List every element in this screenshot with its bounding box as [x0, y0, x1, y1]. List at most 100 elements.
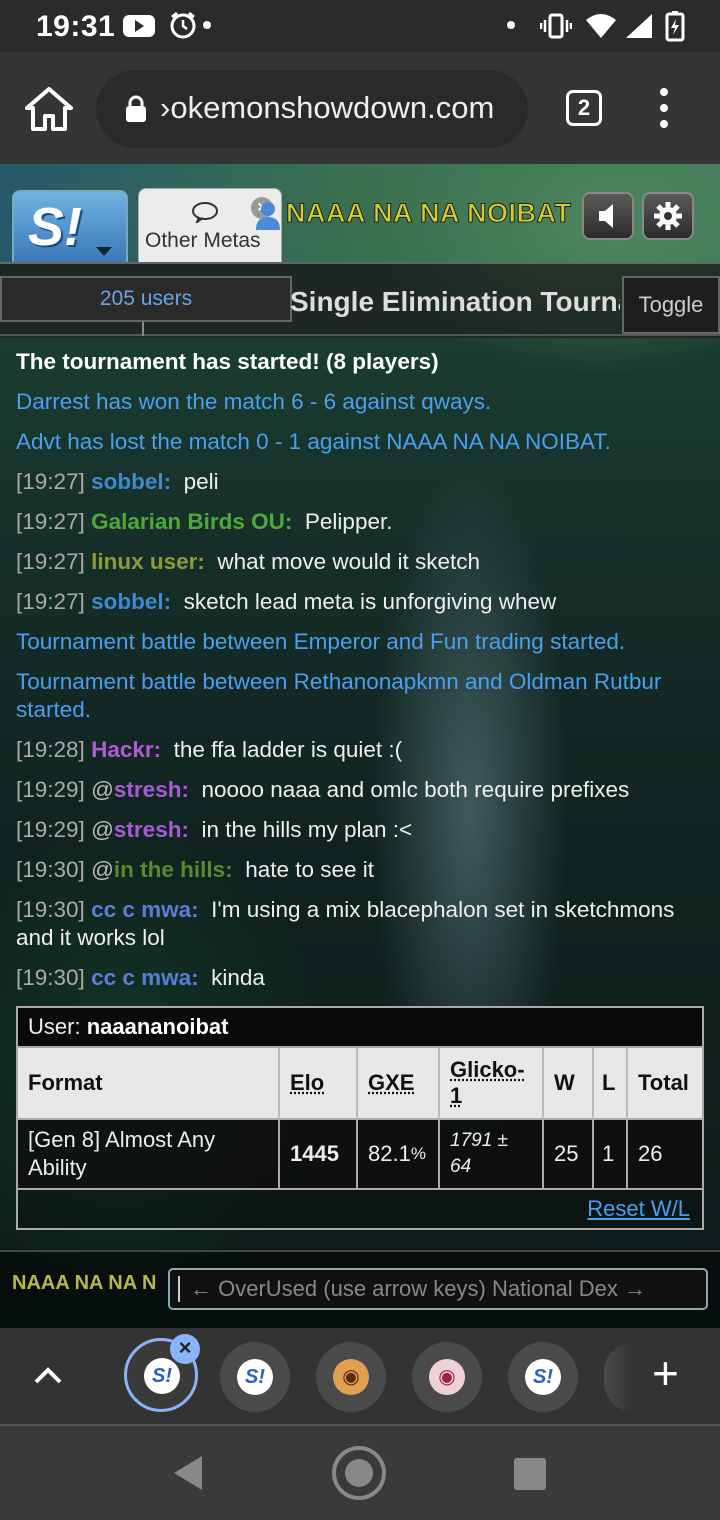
ladder-rank-table: User: naaananoibat Format Elo GXE Glicko…	[16, 1006, 704, 1230]
tab-thumbnail[interactable]: S!	[508, 1342, 578, 1412]
chevron-up-icon[interactable]	[30, 1360, 66, 1390]
sound-button[interactable]	[582, 192, 634, 240]
tournament-notice: Tournament battle between Rethanonapkmn …	[16, 669, 662, 722]
close-tab-icon[interactable]: ×	[170, 1334, 200, 1364]
chat-text: kinda	[211, 965, 265, 990]
tournament-title: Single Elimination Tournament	[290, 286, 620, 317]
chat-text: hate to see it	[245, 857, 375, 882]
showdown-tab-icon: S!	[525, 1359, 561, 1395]
youtube-icon	[123, 15, 155, 37]
header-gxe: GXE	[358, 1048, 440, 1120]
chat-message: [19:29] @stresh: in the hills my plan :<	[16, 816, 706, 844]
showdown-page: S! × Other Metas NAAA NA NA NOIBAT 205 u…	[0, 164, 720, 1328]
room-bar: 205 users Single Elimination Tournament …	[0, 262, 720, 338]
chat-username[interactable]: stresh:	[114, 817, 189, 842]
chat-input-bar: NAAA NA NA N ← OverUsed (use arrow keys)…	[0, 1250, 720, 1328]
url-text: ›okemonshowdown.com	[160, 90, 495, 125]
timestamp: [19:29]	[16, 777, 85, 802]
timestamp: [19:28]	[16, 737, 85, 762]
chat-text: sketch lead meta is unforgiving whew	[183, 589, 557, 614]
timestamp: [19:27]	[16, 469, 85, 494]
volume-icon	[599, 204, 613, 228]
timestamp: [19:27]	[16, 509, 85, 534]
chat-text: the ffa ladder is quiet :(	[173, 737, 403, 762]
rank-glicko: 1791 ± 64	[440, 1120, 544, 1190]
status-bar: 19:31	[0, 0, 720, 52]
header-total: Total	[628, 1048, 702, 1120]
toggle-button[interactable]: Toggle	[622, 276, 720, 334]
showdown-header: S! × Other Metas NAAA NA NA NOIBAT	[0, 164, 720, 264]
chat-username[interactable]: linux user:	[91, 549, 205, 574]
rank-total: 26	[628, 1120, 702, 1190]
userlist-button[interactable]: 205 users	[0, 276, 292, 322]
showdown-logo-menu[interactable]: S!	[12, 190, 128, 262]
chat-input[interactable]: ← OverUsed (use arrow keys) National Dex…	[168, 1268, 708, 1310]
room-tab-label: Other Metas	[145, 229, 261, 252]
timestamp: [19:27]	[16, 549, 85, 574]
chevron-down-icon	[96, 247, 112, 256]
chat-message: [19:30] cc c mwa: kinda	[16, 964, 706, 992]
header-format: Format	[18, 1048, 280, 1120]
timestamp: [19:29]	[16, 817, 85, 842]
chat-text: peli	[183, 469, 219, 494]
reset-wl-link[interactable]: Reset W/L	[587, 1196, 690, 1222]
chat-username[interactable]: Galarian Birds OU:	[91, 509, 292, 534]
chat-username[interactable]: Hackr:	[91, 737, 161, 762]
settings-button[interactable]	[642, 192, 694, 240]
chat-username[interactable]: sobbel:	[91, 589, 171, 614]
chat-text: noooo naaa and omlc both require prefixe…	[201, 777, 630, 802]
timestamp: [19:30]	[16, 857, 85, 882]
tab-thumbnail[interactable]: ◉	[412, 1342, 482, 1412]
alarm-icon	[170, 11, 196, 39]
rank-symbol: @	[91, 777, 114, 802]
tab-thumbnail[interactable]: S!	[220, 1342, 290, 1412]
tournament-notice: The tournament has started! (8 players)	[16, 349, 439, 374]
timestamp: [19:30]	[16, 965, 85, 990]
recents-icon[interactable]	[514, 1458, 546, 1490]
chat-username[interactable]: stresh:	[114, 777, 189, 802]
chat-input-placeholder: ← OverUsed (use arrow keys) National Dex…	[190, 1276, 647, 1301]
signal-icon	[626, 14, 652, 38]
rank-gxe-value: 82.1	[368, 1141, 411, 1166]
timestamp: [19:27]	[16, 589, 85, 614]
tournament-notice: Tournament battle between Emperor and Fu…	[16, 629, 626, 654]
chat-text: Pelipper.	[304, 509, 393, 534]
showdown-logo-icon: S!	[28, 197, 82, 257]
header-losses: L	[594, 1048, 628, 1120]
rank-gxe-unit: %	[410, 1144, 426, 1163]
chat-username[interactable]: cc c mwa:	[91, 965, 199, 990]
chat-username[interactable]: sobbel:	[91, 469, 171, 494]
back-icon[interactable]	[174, 1456, 202, 1490]
chat-message: [19:28] Hackr: the ffa ladder is quiet :…	[16, 736, 706, 764]
tournament-notice: Advt has lost the match 0 - 1 against NA…	[16, 429, 611, 454]
home-circle-icon[interactable]	[332, 1446, 386, 1500]
overflow-menu-icon[interactable]	[654, 88, 674, 128]
tab-switcher-button[interactable]: 2	[566, 90, 602, 126]
username-button[interactable]: NAAA NA NA NOIBAT	[285, 198, 571, 229]
header-wins: W	[544, 1048, 594, 1120]
rank-row: [Gen 8] Almost Any Ability 1445 82.1% 17…	[18, 1120, 702, 1190]
chat-bubble-icon	[192, 202, 218, 223]
home-icon[interactable]	[24, 86, 74, 132]
tab-strip: S! × S! ◉ ◉ S! +	[0, 1328, 720, 1424]
rank-user-row: User: naaananoibat	[18, 1008, 702, 1048]
chat-message: [19:30] @in the hills: hate to see it	[16, 856, 706, 884]
gear-icon	[654, 202, 682, 230]
chat-message: [19:29] @stresh: noooo naaa and omlc bot…	[16, 776, 706, 804]
vibrate-icon	[540, 13, 572, 39]
chat-username[interactable]: in the hills:	[114, 857, 233, 882]
battery-icon	[665, 11, 685, 42]
url-bar[interactable]: ›okemonshowdown.com	[96, 70, 528, 148]
chat-username[interactable]: cc c mwa:	[91, 897, 199, 922]
rank-format: [Gen 8] Almost Any Ability	[18, 1120, 280, 1190]
rank-symbol: @	[91, 857, 114, 882]
browser-toolbar: ›okemonshowdown.com 2	[0, 52, 720, 164]
input-username[interactable]: NAAA NA NA N	[12, 1272, 162, 1295]
lock-icon	[126, 95, 146, 122]
new-tab-icon[interactable]: +	[652, 1350, 679, 1396]
chat-message: [19:30] cc c mwa: I'm using a mix blacep…	[16, 896, 706, 952]
header-glicko: Glicko-1	[440, 1048, 544, 1120]
chat-message: [19:27] sobbel: peli	[16, 468, 706, 496]
showdown-tab-icon: S!	[144, 1358, 180, 1394]
tab-thumbnail[interactable]: ◉	[316, 1342, 386, 1412]
